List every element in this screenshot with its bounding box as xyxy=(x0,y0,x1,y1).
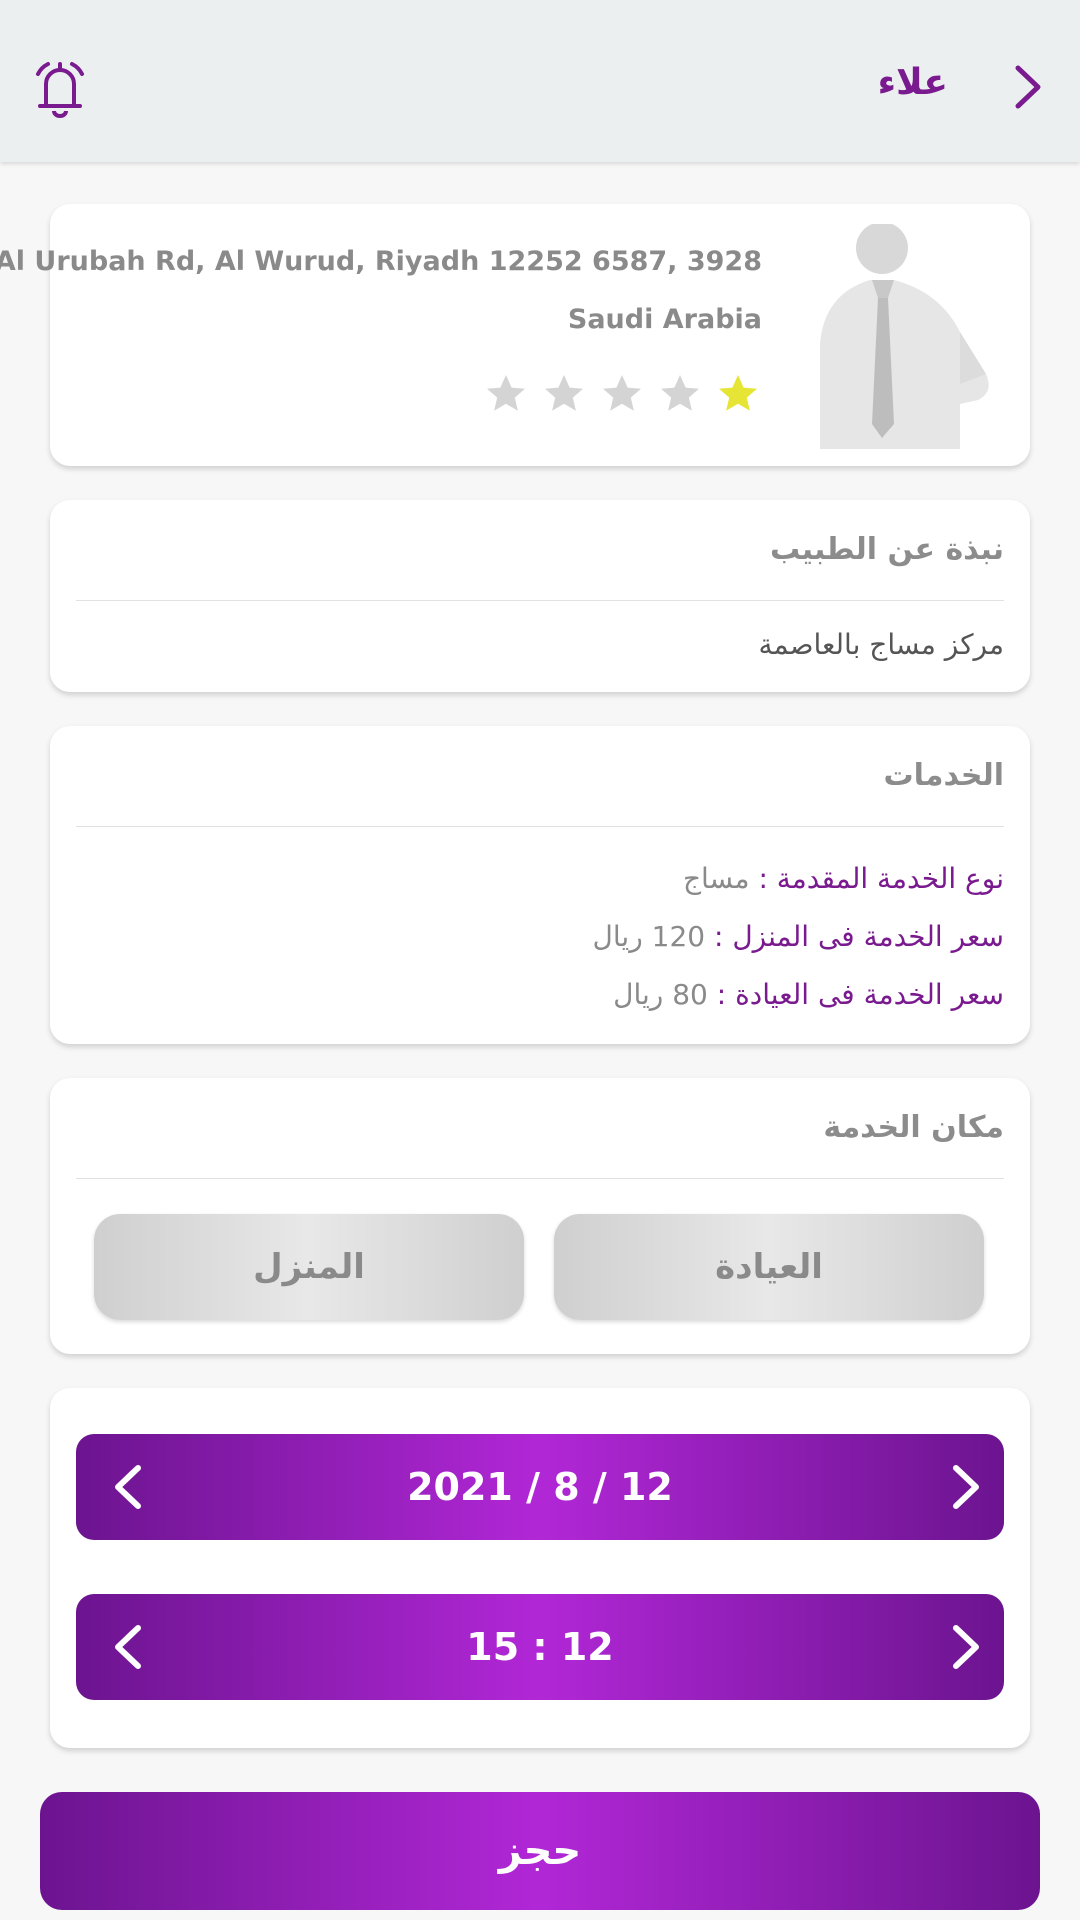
address: Al Urubah Rd, Al Wurud, Riyadh 12252 658… xyxy=(0,246,762,366)
service-label: سعر الخدمة فى العيادة : xyxy=(716,978,1004,1011)
service-value: مساج xyxy=(682,862,750,895)
chevron-right-icon[interactable] xyxy=(950,1462,984,1512)
divider xyxy=(76,600,1004,601)
star-icon xyxy=(545,375,583,411)
service-row-clinic-price: سعر الخدمة فى العيادة : 80 ريال xyxy=(613,978,1004,1011)
star-icon xyxy=(661,375,699,411)
services-title: الخدمات xyxy=(883,758,1004,793)
address-line-1: Al Urubah Rd, Al Wurud, Riyadh 12252 658… xyxy=(0,246,762,277)
star-icon xyxy=(487,375,525,411)
header-title: علاء xyxy=(877,62,948,103)
chevron-right-icon[interactable] xyxy=(950,1622,984,1672)
date-value: 2021 / 8 / 12 xyxy=(407,1465,673,1509)
avatar xyxy=(820,224,989,449)
address-line-2: Saudi Arabia xyxy=(567,304,762,335)
book-button[interactable]: حجز xyxy=(40,1792,1040,1910)
divider xyxy=(76,1178,1004,1179)
services-card: الخدمات نوع الخدمة المقدمة : مساج سعر ال… xyxy=(50,726,1030,1044)
about-card: نبذة عن الطبيب مركز مساج بالعاصمة xyxy=(50,500,1030,692)
chevron-left-icon[interactable] xyxy=(110,1622,144,1672)
chevron-right-icon[interactable] xyxy=(1008,62,1048,112)
about-title: نبذة عن الطبيب xyxy=(770,532,1004,567)
service-label: نوع الخدمة المقدمة : xyxy=(758,862,1004,895)
star-icon xyxy=(719,375,757,411)
app-header: علاء xyxy=(0,0,1080,162)
date-picker: 2021 / 8 / 12 xyxy=(76,1434,1004,1540)
time-value: 15 : 12 xyxy=(466,1625,614,1669)
divider xyxy=(76,826,1004,827)
time-picker: 15 : 12 xyxy=(76,1594,1004,1700)
place-title: مكان الخدمة xyxy=(823,1110,1004,1145)
service-row-type: نوع الخدمة المقدمة : مساج xyxy=(683,862,1004,895)
about-text: مركز مساج بالعاصمة xyxy=(758,628,1004,661)
home-button[interactable]: المنزل xyxy=(94,1214,524,1320)
service-row-home-price: سعر الخدمة فى المنزل : 120 ريال xyxy=(593,920,1004,953)
chevron-left-icon[interactable] xyxy=(110,1462,144,1512)
clinic-button[interactable]: العيادة xyxy=(554,1214,984,1320)
rating-stars xyxy=(484,372,760,416)
service-value: 80 ريال xyxy=(613,978,708,1011)
bell-icon[interactable] xyxy=(32,56,88,118)
service-value: 120 ريال xyxy=(592,920,706,953)
star-icon xyxy=(603,375,641,411)
profile-card: Al Urubah Rd, Al Wurud, Riyadh 12252 658… xyxy=(0,204,1030,466)
service-label: سعر الخدمة فى المنزل : xyxy=(713,920,1004,953)
